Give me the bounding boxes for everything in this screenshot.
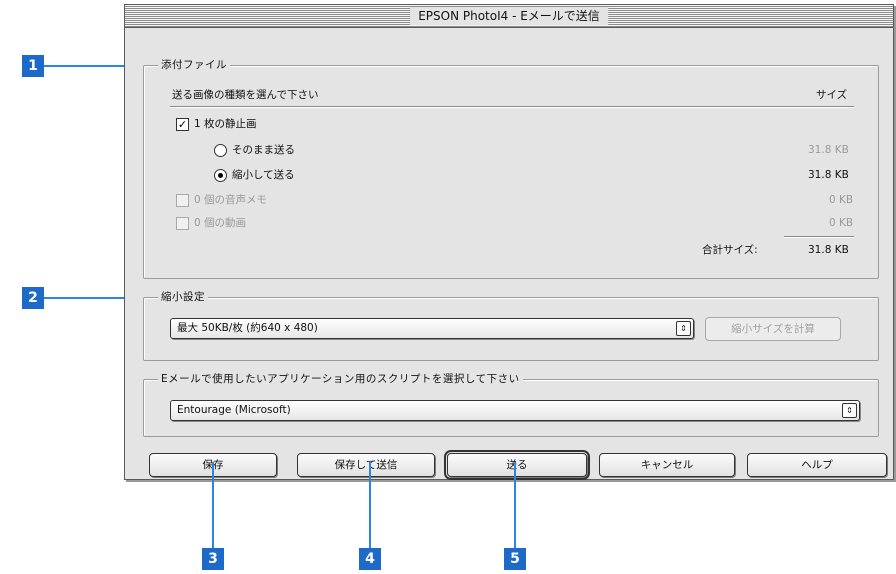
attachments-legend: 添付ファイル [158,58,230,72]
epson-email-dialog: EPSON PhotoI4 - Eメールで送信 添付ファイル 送る画像の種類を選… [124,4,894,480]
header-divider [170,106,854,107]
send-reduced-size: 31.8 KB [808,169,849,181]
send-button[interactable]: 送る [444,450,590,480]
voice-memos-size: 0 KB [829,194,854,206]
script-legend: Eメールで使用したいアプリケーション用のスクリプトを選択して下さい [158,372,523,386]
callout-5: 5 [504,548,526,570]
script-value: Entourage (Microsoft) [177,404,291,416]
movies-size: 0 KB [829,217,854,229]
attachments-group: 添付ファイル 送る画像の種類を選んで下さい サイズ ✓ 1 枚の静止画 そのまま… [143,58,879,279]
movies-checkbox[interactable] [176,217,189,230]
attachments-header-label: 送る画像の種類を選んで下さい [172,89,319,101]
popup-arrows-icon: ⇕ [676,321,691,336]
callout-4-leader [369,462,371,548]
callout-2: 2 [22,287,44,309]
total-size-value: 31.8 KB [808,244,849,256]
script-popup[interactable]: Entourage (Microsoft) ⇕ [170,400,860,421]
total-size-label: 合計サイズ: [702,244,758,256]
send-as-is-label: そのまま送る [232,144,295,156]
cancel-button[interactable]: キャンセル [599,453,735,477]
reduce-settings-group: 縮小設定 最大 50KB/枚 (約640 x 480) ⇕ 縮小サイズを計算 [143,290,879,361]
attachments-header-size: サイズ [816,89,848,101]
send-as-is-radio[interactable] [214,144,227,157]
movies-label: 0 個の動画 [194,217,247,229]
send-as-is-size: 31.8 KB [808,144,849,156]
send-reduced-radio[interactable] [214,169,227,182]
popup-arrows-icon: ⇕ [842,403,857,418]
callout-3: 3 [202,548,224,570]
send-reduced-label: 縮小して送る [232,169,295,181]
window-title: EPSON PhotoI4 - Eメールで送信 [410,7,608,25]
reduce-legend: 縮小設定 [158,290,208,304]
help-button[interactable]: ヘルプ [747,453,887,477]
callout-5-leader [514,462,516,548]
callout-3-leader [212,462,214,548]
title-bar[interactable]: EPSON PhotoI4 - Eメールで送信 [125,5,893,28]
still-images-checkbox[interactable]: ✓ [176,118,189,131]
voice-memos-checkbox[interactable] [176,194,189,207]
reduce-size-popup[interactable]: 最大 50KB/枚 (約640 x 480) ⇕ [170,318,694,339]
still-images-label: 1 枚の静止画 [194,118,257,130]
reduce-size-value: 最大 50KB/枚 (約640 x 480) [177,322,318,334]
total-divider [784,236,854,237]
save-and-send-button[interactable]: 保存して送信 [297,453,435,477]
script-group: Eメールで使用したいアプリケーション用のスクリプトを選択して下さい Entour… [143,372,879,437]
calc-reduced-size-button[interactable]: 縮小サイズを計算 [705,317,841,341]
voice-memos-label: 0 個の音声メモ [194,194,268,206]
callout-4: 4 [359,548,381,570]
callout-1: 1 [22,55,44,77]
